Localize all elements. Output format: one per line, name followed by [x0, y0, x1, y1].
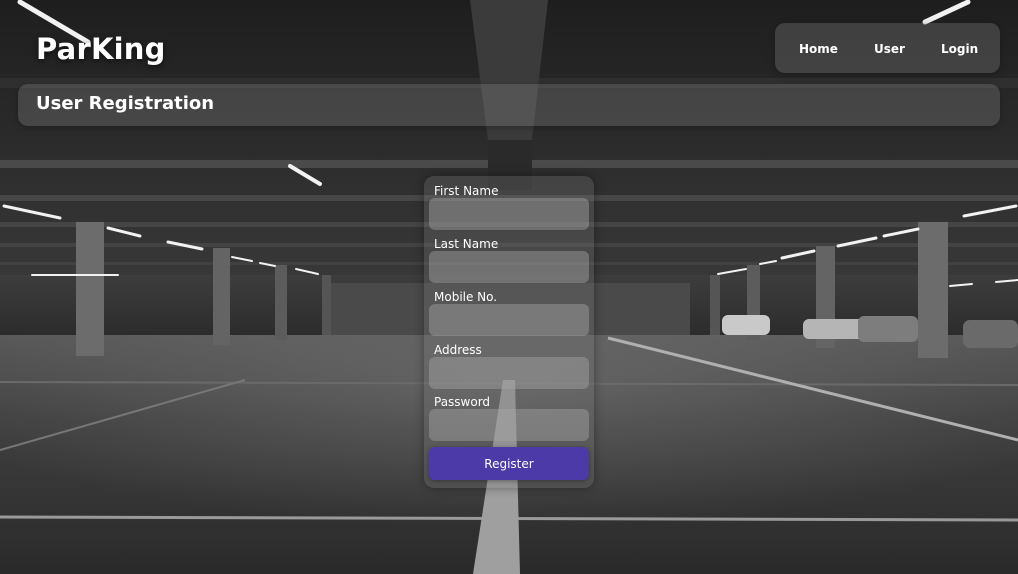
password-label: Password: [434, 395, 491, 409]
nav-home-link[interactable]: Home: [799, 42, 838, 56]
top-nav: Home User Login: [775, 23, 1000, 73]
nav-login-link[interactable]: Login: [941, 42, 978, 56]
registration-form: First Name Last Name Mobile No. Address …: [424, 176, 594, 488]
address-field[interactable]: [429, 357, 589, 389]
password-field[interactable]: [429, 409, 589, 441]
register-button[interactable]: Register: [429, 447, 589, 480]
mobile-no-label: Mobile No.: [434, 290, 498, 304]
address-label: Address: [434, 343, 482, 357]
last-name-field[interactable]: [429, 251, 589, 283]
first-name-label: First Name: [434, 184, 499, 198]
last-name-label: Last Name: [434, 237, 499, 251]
page-title-bar: User Registration: [18, 84, 1000, 126]
nav-user-link[interactable]: User: [874, 42, 905, 56]
page-title: User Registration: [36, 93, 215, 114]
page: ParKing Home User Login User Registratio…: [0, 0, 1018, 574]
app-logo[interactable]: ParKing: [36, 32, 166, 66]
mobile-no-field[interactable]: [429, 304, 589, 336]
first-name-field[interactable]: [429, 198, 589, 230]
